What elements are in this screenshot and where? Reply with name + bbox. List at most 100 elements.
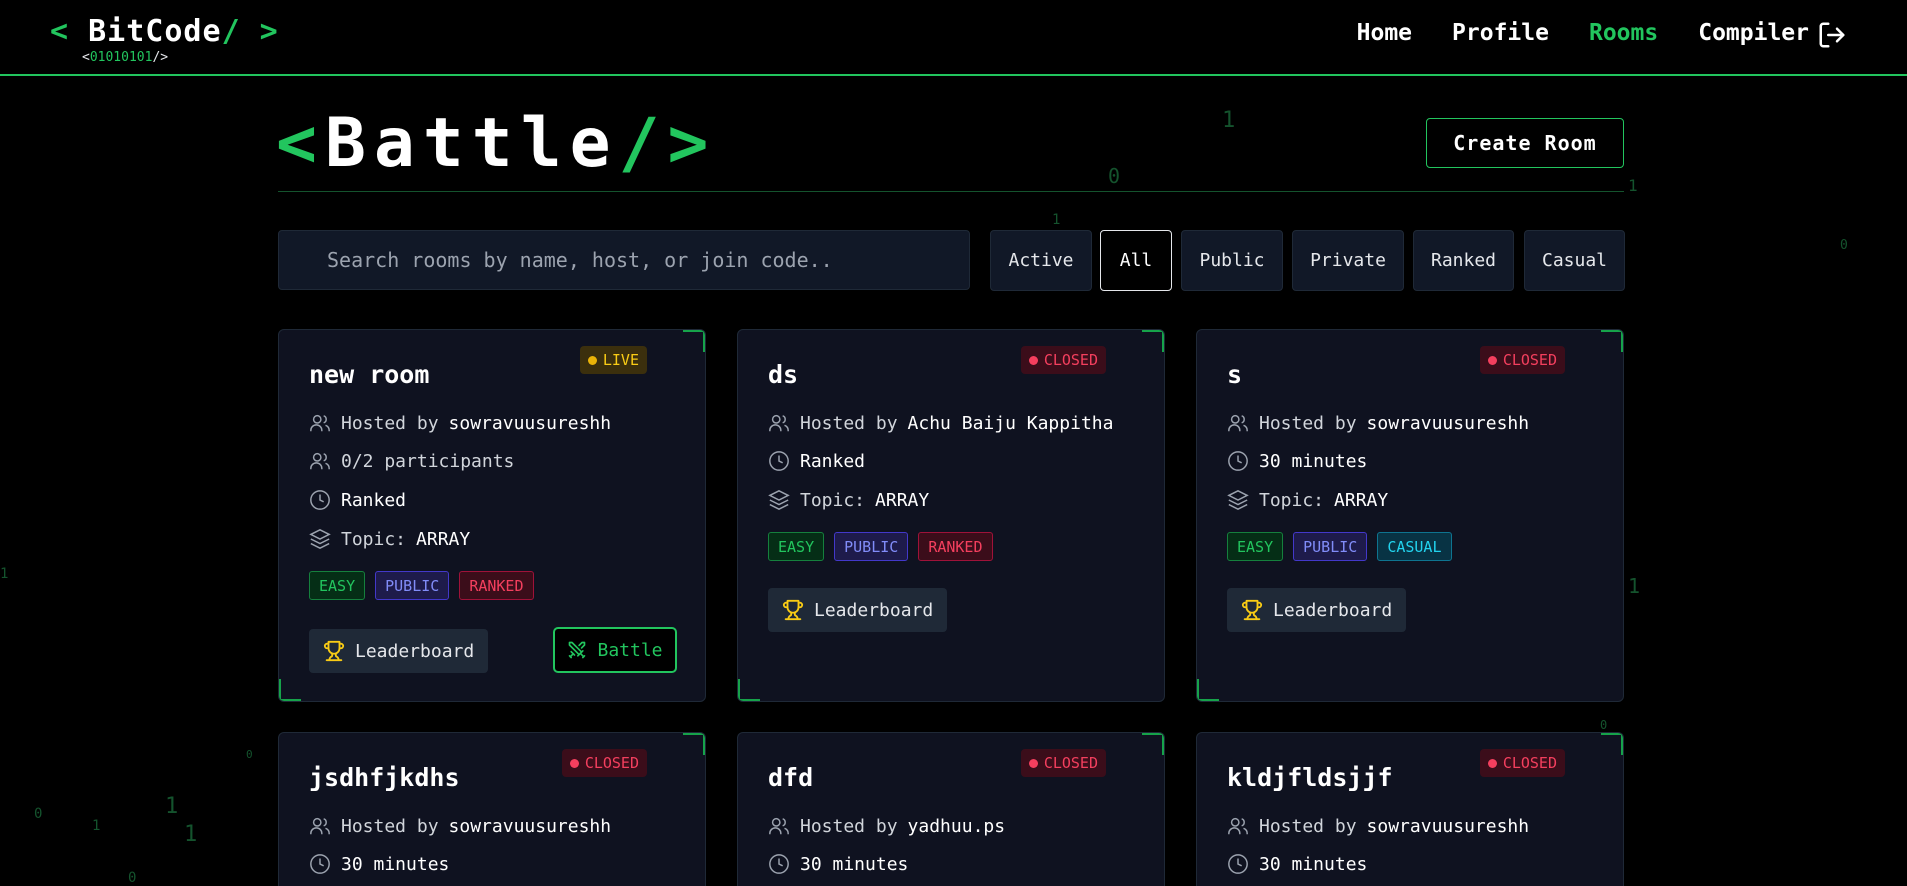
visibility-tag: PUBLIC: [834, 532, 909, 561]
leaderboard-button[interactable]: Leaderboard: [309, 629, 489, 673]
nav-link-compiler[interactable]: Compiler: [1698, 20, 1809, 46]
filter-all[interactable]: All: [1100, 230, 1172, 291]
status-dot: [1487, 758, 1497, 768]
clock-icon: [1228, 854, 1248, 874]
room-tags: EASY PUBLIC RANKED: [309, 571, 534, 600]
battle-button[interactable]: Battle: [553, 627, 677, 673]
users-icon: [1228, 817, 1248, 835]
header-divider: [278, 191, 1624, 192]
status-dot: [1487, 355, 1497, 365]
nav-link-profile[interactable]: Profile: [1452, 20, 1549, 46]
clock-icon: [1228, 451, 1248, 471]
filter-ranked[interactable]: Ranked: [1413, 230, 1514, 291]
bg-digit: 1: [165, 794, 179, 819]
mode-tag: CASUAL: [1377, 532, 1452, 561]
search-input[interactable]: [278, 230, 970, 290]
card-corner: [683, 733, 705, 755]
room-card[interactable]: ds CLOSED Hosted by Achu Baiju Kappitha R…: [737, 329, 1165, 702]
room-name: s: [1227, 360, 1243, 389]
room-duration: 30 minutes: [309, 851, 449, 877]
nav-link-home[interactable]: Home: [1357, 20, 1412, 46]
bg-digit: 1: [1628, 574, 1641, 598]
card-corner: [1601, 733, 1623, 755]
room-host: Hosted by sowravuusureshh: [1227, 410, 1529, 436]
users-icon: [310, 414, 330, 432]
bg-digit: 0: [1600, 718, 1608, 732]
navbar: < BitCode/ > <01010101/> Home Profile Ro…: [0, 0, 1907, 76]
room-duration: 30 minutes: [1227, 851, 1367, 877]
filter-private[interactable]: Private: [1292, 230, 1404, 291]
room-name: jsdhfjkdhs: [309, 763, 460, 792]
bg-digit: 1: [0, 566, 9, 582]
layers-icon: [1227, 490, 1249, 510]
difficulty-tag: EASY: [768, 532, 825, 561]
bg-digit: 0: [1840, 238, 1848, 253]
visibility-tag: PUBLIC: [1293, 532, 1368, 561]
room-name: new room: [309, 360, 430, 389]
clock-icon: [769, 854, 789, 874]
layers-icon: [768, 490, 790, 510]
room-topic: Topic: ARRAY: [309, 526, 470, 552]
swords-icon: [569, 641, 586, 659]
room-card[interactable]: new room LIVE Hosted by sowravuusureshh 0…: [278, 329, 706, 702]
bg-digit: 0: [246, 748, 253, 761]
leaderboard-button[interactable]: Leaderboard: [768, 588, 948, 632]
logo-subtitle: <01010101/>: [82, 50, 169, 65]
bg-digit: 0: [34, 806, 43, 822]
card-corner: [1197, 679, 1219, 701]
room-card[interactable]: jsdhfjkdhs CLOSED Hosted by sowravuusures…: [278, 732, 706, 886]
card-corner: [683, 330, 705, 352]
room-card[interactable]: kldjfldsjjf CLOSED Hosted by sowravuusure…: [1196, 732, 1624, 886]
status-badge: CLOSED: [1479, 749, 1565, 777]
bg-digit: 1: [1052, 212, 1061, 228]
mode-tag: RANKED: [918, 532, 993, 561]
room-topic: Topic: ARRAY: [1227, 487, 1388, 513]
status-badge: LIVE: [579, 346, 647, 374]
room-topic: Topic: ARRAY: [768, 487, 929, 513]
status-dot: [1028, 355, 1038, 365]
bg-digit: 1: [1628, 176, 1638, 195]
room-host: Hosted by sowravuusureshh: [1227, 813, 1529, 839]
filter-active[interactable]: Active: [990, 230, 1092, 291]
status-badge: CLOSED: [1479, 346, 1565, 374]
room-card[interactable]: s CLOSED Hosted by sowravuusureshh 30 min…: [1196, 329, 1624, 702]
room-name: dfd: [768, 763, 814, 792]
nav-link-rooms[interactable]: Rooms: [1589, 20, 1658, 46]
status-badge: CLOSED: [1020, 749, 1106, 777]
room-host: Hosted by sowravuusureshh: [309, 813, 611, 839]
difficulty-tag: EASY: [309, 571, 366, 600]
room-host: Hosted by yadhuu.ps: [768, 813, 1005, 839]
users-icon: [310, 452, 330, 470]
logo[interactable]: < BitCode/ > <01010101/>: [50, 14, 279, 65]
status-badge: CLOSED: [561, 749, 647, 777]
card-corner: [738, 679, 760, 701]
card-corner: [1142, 733, 1164, 755]
logout-icon[interactable]: [1817, 20, 1847, 50]
status-badge: CLOSED: [1020, 346, 1106, 374]
mode-tag: RANKED: [459, 571, 534, 600]
room-name: ds: [768, 360, 799, 389]
logo-text: < BitCode/ >: [50, 14, 279, 49]
card-corner: [279, 679, 301, 701]
room-host: Hosted by sowravuusureshh: [309, 410, 611, 436]
room-card[interactable]: dfd CLOSED Hosted by yadhuu.ps 30 minutes: [737, 732, 1165, 886]
bg-digit: 1: [184, 822, 198, 847]
room-duration: 30 minutes: [1227, 448, 1367, 474]
leaderboard-button[interactable]: Leaderboard: [1227, 588, 1407, 632]
trophy-icon: [782, 599, 804, 621]
card-corner: [1601, 330, 1623, 352]
filter-public[interactable]: Public: [1181, 230, 1283, 291]
users-icon: [1228, 414, 1248, 432]
page-title: <Battle/>: [276, 104, 717, 183]
trophy-icon: [1241, 599, 1263, 621]
bg-digit: 0: [128, 870, 137, 886]
create-room-button[interactable]: Create Room: [1426, 118, 1624, 168]
difficulty-tag: EASY: [1227, 532, 1284, 561]
status-dot: [569, 758, 579, 768]
status-dot: [1028, 758, 1038, 768]
status-dot: [587, 355, 597, 365]
bg-digit: 1: [92, 818, 101, 834]
trophy-icon: [323, 640, 345, 662]
visibility-tag: PUBLIC: [375, 571, 450, 600]
filter-casual[interactable]: Casual: [1524, 230, 1625, 291]
